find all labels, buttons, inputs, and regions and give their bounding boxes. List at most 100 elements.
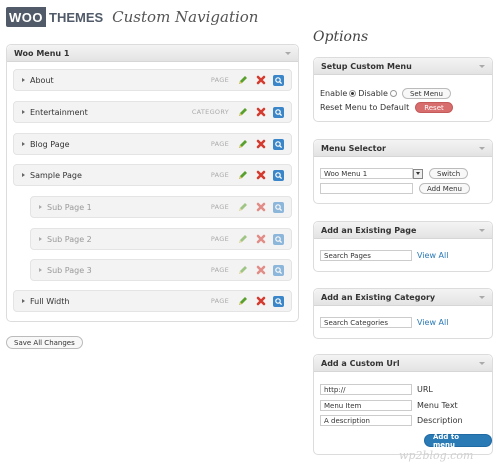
menu-select[interactable]: Woo Menu 1 <box>320 168 413 179</box>
menu-item-label: Blog Page <box>30 139 70 149</box>
menu-panel-header[interactable]: Woo Menu 1 <box>7 45 298 62</box>
existing-page-title: Add an Existing Page <box>321 225 417 235</box>
delete-x-icon[interactable] <box>255 202 266 213</box>
collapse-toggle-icon[interactable] <box>479 64 485 68</box>
pencil-icon[interactable] <box>237 296 248 307</box>
switch-button[interactable]: Switch <box>429 168 469 179</box>
menu-item-label: Sub Page 3 <box>47 265 92 275</box>
collapse-toggle-icon[interactable] <box>479 146 485 150</box>
expand-arrow-icon[interactable] <box>39 268 42 272</box>
menu-text-input[interactable]: Menu Item <box>320 400 412 411</box>
magnify-icon[interactable] <box>273 201 284 213</box>
collapse-toggle-icon[interactable] <box>285 51 291 55</box>
pencil-icon[interactable] <box>237 75 248 86</box>
page-title: Custom Navigation <box>112 8 259 26</box>
menu-item-label: Sample Page <box>30 170 82 180</box>
chevron-down-icon[interactable] <box>413 168 423 179</box>
view-all-pages-link[interactable]: View All <box>417 251 448 260</box>
menu-item-type: PAGE <box>210 266 229 274</box>
menu-item-type: PAGE <box>210 203 229 211</box>
setup-panel-title: Setup Custom Menu <box>321 61 412 71</box>
search-categories-input[interactable]: Search Categories <box>320 317 412 328</box>
existing-page-header[interactable]: Add an Existing Page <box>314 222 492 239</box>
description-input[interactable]: A description <box>320 415 412 426</box>
disable-radio[interactable] <box>389 90 397 97</box>
delete-x-icon[interactable] <box>255 265 266 276</box>
url-input[interactable]: http:// <box>320 384 412 395</box>
menu-item-type: PAGE <box>210 76 229 84</box>
collapse-toggle-icon[interactable] <box>479 361 485 365</box>
pencil-icon[interactable] <box>237 139 248 150</box>
custom-url-panel: Add a Custom Url http:// URL Menu Item M… <box>313 354 493 455</box>
url-label: URL <box>417 385 433 394</box>
magnify-icon[interactable] <box>273 74 284 86</box>
description-label: Description <box>417 416 463 425</box>
delete-x-icon[interactable] <box>255 296 266 307</box>
reset-button[interactable]: Reset <box>415 102 453 113</box>
expand-arrow-icon[interactable] <box>22 110 25 114</box>
pencil-icon[interactable] <box>237 202 248 213</box>
magnify-icon[interactable] <box>273 295 284 307</box>
magnify-icon[interactable] <box>273 138 284 150</box>
menu-item-type: PAGE <box>210 140 229 148</box>
magnify-icon[interactable] <box>273 264 284 276</box>
expand-arrow-icon[interactable] <box>39 237 42 241</box>
add-to-menu-button[interactable]: Add to menu <box>424 433 492 449</box>
menu-item[interactable]: Full Width PAGE <box>13 290 292 312</box>
magnify-icon[interactable] <box>273 233 284 245</box>
existing-category-panel: Add an Existing Category Search Categori… <box>313 288 493 339</box>
menu-item-label: Entertainment <box>30 107 88 117</box>
pencil-icon[interactable] <box>237 234 248 245</box>
collapse-toggle-icon[interactable] <box>479 295 485 299</box>
enable-label: Enable <box>320 89 348 98</box>
view-all-categories-link[interactable]: View All <box>417 318 448 327</box>
menu-item[interactable]: Sub Page 3 PAGE <box>30 259 292 281</box>
page-header: WOO THEMES Custom Navigation <box>6 6 258 28</box>
menu-item-type: PAGE <box>210 297 229 305</box>
logo-themes: THEMES <box>49 9 104 25</box>
menu-item[interactable]: About PAGE <box>13 69 292 91</box>
existing-category-header[interactable]: Add an Existing Category <box>314 289 492 306</box>
magnify-icon[interactable] <box>273 106 284 118</box>
enable-radio[interactable] <box>349 90 357 97</box>
menu-item[interactable]: Sample Page PAGE <box>13 164 292 186</box>
delete-x-icon[interactable] <box>255 75 266 86</box>
disable-label: Disable <box>358 89 388 98</box>
expand-arrow-icon[interactable] <box>22 299 25 303</box>
delete-x-icon[interactable] <box>255 107 266 118</box>
collapse-toggle-icon[interactable] <box>479 228 485 232</box>
new-menu-input[interactable] <box>320 183 413 194</box>
expand-arrow-icon[interactable] <box>39 205 42 209</box>
woothemes-logo: WOO THEMES <box>6 7 106 27</box>
save-all-changes-button[interactable]: Save All Changes <box>6 336 83 349</box>
menu-item-type: PAGE <box>210 235 229 243</box>
menu-item[interactable]: Sub Page 1 PAGE <box>30 196 292 218</box>
search-pages-input[interactable]: Search Pages <box>320 250 412 261</box>
pencil-icon[interactable] <box>237 265 248 276</box>
menu-item[interactable]: Entertainment CATEGORY <box>13 101 292 123</box>
magnify-icon[interactable] <box>273 169 284 181</box>
delete-x-icon[interactable] <box>255 139 266 150</box>
selector-panel-header[interactable]: Menu Selector <box>314 140 492 157</box>
selector-panel-title: Menu Selector <box>321 143 386 153</box>
menu-item-label: Sub Page 1 <box>47 202 92 212</box>
setup-panel-header[interactable]: Setup Custom Menu <box>314 58 492 75</box>
delete-x-icon[interactable] <box>255 170 266 181</box>
pencil-icon[interactable] <box>237 170 248 181</box>
expand-arrow-icon[interactable] <box>22 142 25 146</box>
delete-x-icon[interactable] <box>255 234 266 245</box>
menu-selector-panel: Menu Selector Woo Menu 1 Switch Add Menu <box>313 139 493 204</box>
add-menu-button[interactable]: Add Menu <box>419 183 470 194</box>
watermark: wp2blog.com <box>399 449 474 462</box>
menu-item-label: Sub Page 2 <box>47 234 92 244</box>
menu-item[interactable]: Sub Page 2 PAGE <box>30 228 292 250</box>
menu-item-type: PAGE <box>210 171 229 179</box>
expand-arrow-icon[interactable] <box>22 173 25 177</box>
set-menu-button[interactable]: Set Menu <box>401 88 451 99</box>
menu-item-type: CATEGORY <box>191 108 229 116</box>
expand-arrow-icon[interactable] <box>22 78 25 82</box>
custom-url-header[interactable]: Add a Custom Url <box>314 355 492 372</box>
setup-custom-menu-panel: Setup Custom Menu Enable Disable Set Men… <box>313 57 493 122</box>
pencil-icon[interactable] <box>237 107 248 118</box>
menu-item[interactable]: Blog Page PAGE <box>13 133 292 155</box>
